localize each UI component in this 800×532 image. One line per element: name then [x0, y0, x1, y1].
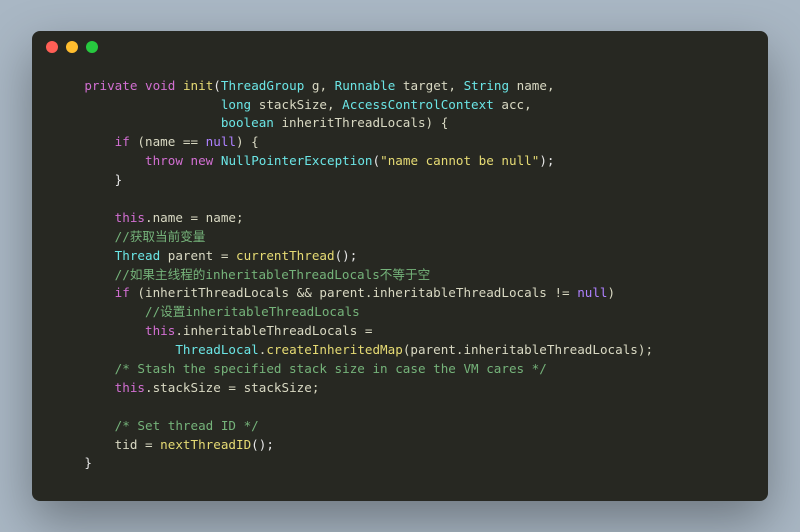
param: g,: [304, 78, 334, 93]
punct: ();: [251, 437, 274, 452]
expr: ): [608, 285, 616, 300]
brace: }: [115, 172, 123, 187]
this: this: [145, 323, 175, 338]
param: inheritThreadLocals) {: [274, 115, 448, 130]
maximize-icon[interactable]: [86, 41, 98, 53]
type: ThreadLocal: [175, 342, 258, 357]
keyword: private: [84, 78, 137, 93]
null: null: [206, 134, 236, 149]
expr: ) {: [236, 134, 259, 149]
expr: (inheritThreadLocals && parent.inheritab…: [130, 285, 577, 300]
type: Runnable: [335, 78, 396, 93]
null: null: [577, 285, 607, 300]
keyword: throw: [145, 153, 183, 168]
method-call: currentThread: [236, 248, 335, 263]
punct: );: [539, 153, 554, 168]
comment: /* Stash the specified stack size in cas…: [115, 361, 547, 376]
keyword: if: [115, 134, 130, 149]
type: ThreadGroup: [221, 78, 304, 93]
type: NullPointerException: [221, 153, 373, 168]
expr: (name ==: [130, 134, 206, 149]
punct: (: [373, 153, 381, 168]
type: AccessControlContext: [342, 97, 494, 112]
this: this: [115, 210, 145, 225]
keyword: new: [191, 153, 214, 168]
comment: /* Set thread ID */: [115, 418, 259, 433]
this: this: [115, 380, 145, 395]
type: long: [221, 97, 251, 112]
brace: }: [84, 455, 92, 470]
stmt: tid =: [115, 437, 161, 452]
keyword: if: [115, 285, 130, 300]
stmt: .name = name;: [145, 210, 244, 225]
stmt: .stackSize = stackSize;: [145, 380, 319, 395]
method-name: init: [183, 78, 213, 93]
param: acc,: [494, 97, 532, 112]
method-call: createInheritedMap: [266, 342, 402, 357]
punct: ();: [335, 248, 358, 263]
titlebar: [32, 31, 768, 63]
param: name,: [509, 78, 555, 93]
punct: (: [213, 78, 221, 93]
comment: //如果主线程的inheritableThreadLocals不等于空: [115, 267, 431, 282]
stmt: .inheritableThreadLocals =: [175, 323, 372, 338]
keyword: void: [145, 78, 175, 93]
close-icon[interactable]: [46, 41, 58, 53]
string: "name cannot be null": [380, 153, 539, 168]
stmt: parent =: [160, 248, 236, 263]
param: stackSize,: [251, 97, 342, 112]
type: Thread: [115, 248, 161, 263]
comment: //获取当前变量: [115, 229, 206, 244]
param: target,: [395, 78, 463, 93]
args: (parent.inheritableThreadLocals);: [403, 342, 653, 357]
type: boolean: [221, 115, 274, 130]
minimize-icon[interactable]: [66, 41, 78, 53]
code-window: private void init(ThreadGroup g, Runnabl…: [32, 31, 768, 502]
type: String: [464, 78, 510, 93]
comment: //设置inheritableThreadLocals: [145, 304, 360, 319]
code-block: private void init(ThreadGroup g, Runnabl…: [32, 63, 768, 502]
method-call: nextThreadID: [160, 437, 251, 452]
